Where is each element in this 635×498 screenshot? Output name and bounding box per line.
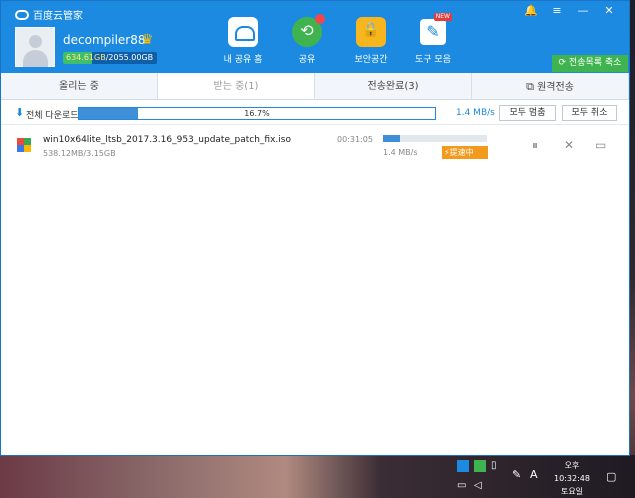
task-progress-fill — [383, 135, 401, 142]
pause-icon[interactable]: ⏸ — [532, 138, 538, 153]
table-row[interactable]: win10x64lite_ltsb_2017.3.16_953_update_p… — [1, 126, 629, 162]
toolbar-share-label: 공유 — [298, 55, 316, 65]
toolbar-share[interactable]: 공유 — [281, 14, 333, 65]
overall-percent: 16.7% — [244, 109, 270, 118]
download-arrow-icon: ⬇ — [15, 106, 25, 119]
task-speed: 1.4 MB/s — [383, 148, 418, 157]
tray-app-icon[interactable] — [474, 460, 486, 472]
toolbar-tools[interactable]: NEW 도구 모음 — [407, 13, 459, 65]
tab-uploading[interactable]: 올리는 중 — [1, 73, 158, 99]
taskbar-clock[interactable]: 오후 10:32:48 토요일 2017-03-25 — [548, 459, 596, 498]
toolbar-tools-label: 도구 모음 — [415, 55, 451, 65]
toolbar-safe-label: 보안공간 — [354, 55, 388, 65]
overall-progress-bar: 16.7% — [78, 107, 436, 120]
clock-time: 오후 10:32:48 — [554, 461, 590, 483]
storage-quota: 634.61GB/2055.00GB — [63, 52, 157, 64]
task-eta: 00:31:05 — [337, 135, 373, 144]
folder-icon[interactable]: ▭ — [595, 138, 606, 152]
language-icon[interactable]: A — [530, 468, 542, 481]
cloud-home-icon — [228, 17, 258, 47]
avatar[interactable] — [15, 27, 55, 67]
iso-file-icon — [17, 138, 31, 152]
toolbar-home-label: 내 공유 홈 — [223, 55, 263, 65]
notification-dot — [315, 14, 325, 24]
clock-day: 토요일 — [560, 487, 584, 496]
notification-icon[interactable]: 🔔 — [520, 4, 542, 17]
window-title-text: 百度云管家 — [33, 11, 83, 22]
overall-label: 전체 다운로드 — [26, 111, 79, 121]
close-button[interactable]: ✕ — [598, 4, 620, 17]
accelerate-badge[interactable]: ⚡提速中 — [442, 146, 488, 159]
quota-used: 634.61GB — [66, 53, 106, 62]
transfer-tabs: 올리는 중 받는 중(1) 전송완료(3) ⧉ 원격전송 — [1, 73, 629, 100]
task-progress-bar — [383, 135, 487, 142]
tab-remote[interactable]: ⧉ 원격전송 — [472, 73, 629, 99]
pen-icon[interactable]: ✎ — [512, 468, 524, 481]
app-header: 百度云管家 🔔 ≡ — ✕ decompiler88 ♛ 634.61GB/20… — [1, 1, 629, 73]
shrink-transfer-list-button[interactable]: ⟳ 전송목록 축소 — [552, 55, 628, 72]
app-window: 百度云管家 🔔 ≡ — ✕ decompiler88 ♛ 634.61GB/20… — [0, 0, 630, 456]
volume-icon[interactable]: ◁ — [474, 480, 486, 492]
pause-all-button[interactable]: 모두 멈춤 — [499, 105, 556, 121]
network-icon[interactable]: ▭ — [457, 480, 469, 492]
toolbar-home[interactable]: 내 공유 홈 — [217, 17, 269, 65]
quota-total: /2055.00GB — [105, 53, 154, 62]
overall-progress-row: ⬇ 전체 다운로드 16.7% 1.4 MB/s 모두 멈춤 모두 취소 — [1, 101, 629, 125]
vip-crown-icon: ♛ — [141, 32, 154, 48]
baidu-cloud-logo-icon — [15, 9, 29, 20]
share-icon — [292, 14, 325, 47]
tools-icon: NEW — [418, 13, 452, 47]
minimize-button[interactable]: — — [572, 4, 594, 17]
new-badge: NEW — [433, 13, 452, 21]
menu-icon[interactable]: ≡ — [546, 4, 568, 17]
toolbar-safe[interactable]: 보안공간 — [345, 17, 397, 65]
tab-downloading[interactable]: 받는 중(1) — [158, 73, 315, 99]
monitor-icon: ⧉ — [526, 80, 534, 93]
lock-icon — [356, 17, 386, 47]
usb-icon[interactable]: ▯ — [491, 460, 503, 472]
task-size: 538.12MB/3.15GB — [43, 149, 116, 158]
task-filename: win10x64lite_ltsb_2017.3.16_953_update_p… — [43, 135, 291, 145]
notification-center-icon[interactable]: ▢ — [606, 470, 618, 483]
username[interactable]: decompiler88 — [63, 33, 146, 47]
tab-completed[interactable]: 전송완료(3) — [315, 73, 472, 99]
baidu-tray-icon[interactable] — [457, 460, 469, 472]
overall-speed: 1.4 MB/s — [456, 108, 495, 118]
cancel-all-button[interactable]: 모두 취소 — [562, 105, 617, 121]
window-title: 百度云管家 — [15, 7, 83, 22]
cancel-icon[interactable]: ✕ — [564, 138, 574, 152]
